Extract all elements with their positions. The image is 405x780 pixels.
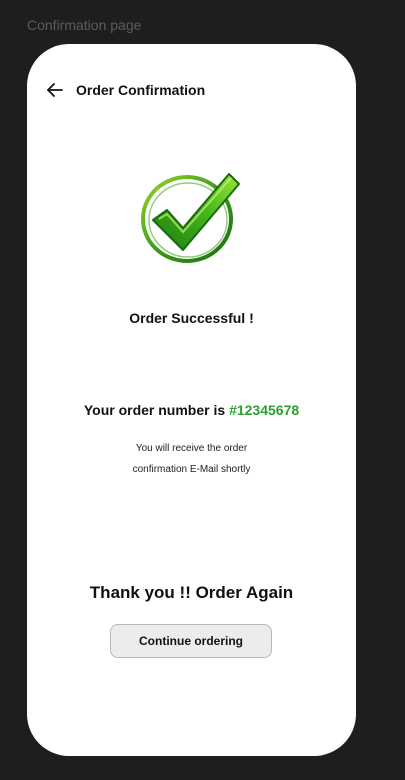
page-title: Order Confirmation xyxy=(76,82,206,98)
thank-you-text: Thank you !! Order Again xyxy=(89,583,294,602)
success-checkmark-icon xyxy=(139,164,243,268)
order-number-line: Your order number is #12345678 xyxy=(27,402,356,418)
continue-ordering-button[interactable]: Continue ordering xyxy=(110,624,272,658)
arrow-left-icon xyxy=(47,83,63,97)
order-number-prefix: Your order number is xyxy=(83,402,226,418)
order-number-value: #12345678 xyxy=(229,402,300,418)
phone-screen: Order Confirmation Order Successful ! Yo… xyxy=(27,44,356,756)
note-line-1: You will receive the order xyxy=(135,443,248,454)
back-button[interactable] xyxy=(45,80,67,100)
app-header: Order Confirmation xyxy=(27,44,356,136)
frame-label: Confirmation page xyxy=(27,17,142,33)
note-line-2: confirmation E-Mail shortly xyxy=(132,464,251,475)
confirmation-note: You will receive the order confirmation … xyxy=(27,438,356,480)
success-title: Order Successful ! xyxy=(129,310,254,326)
